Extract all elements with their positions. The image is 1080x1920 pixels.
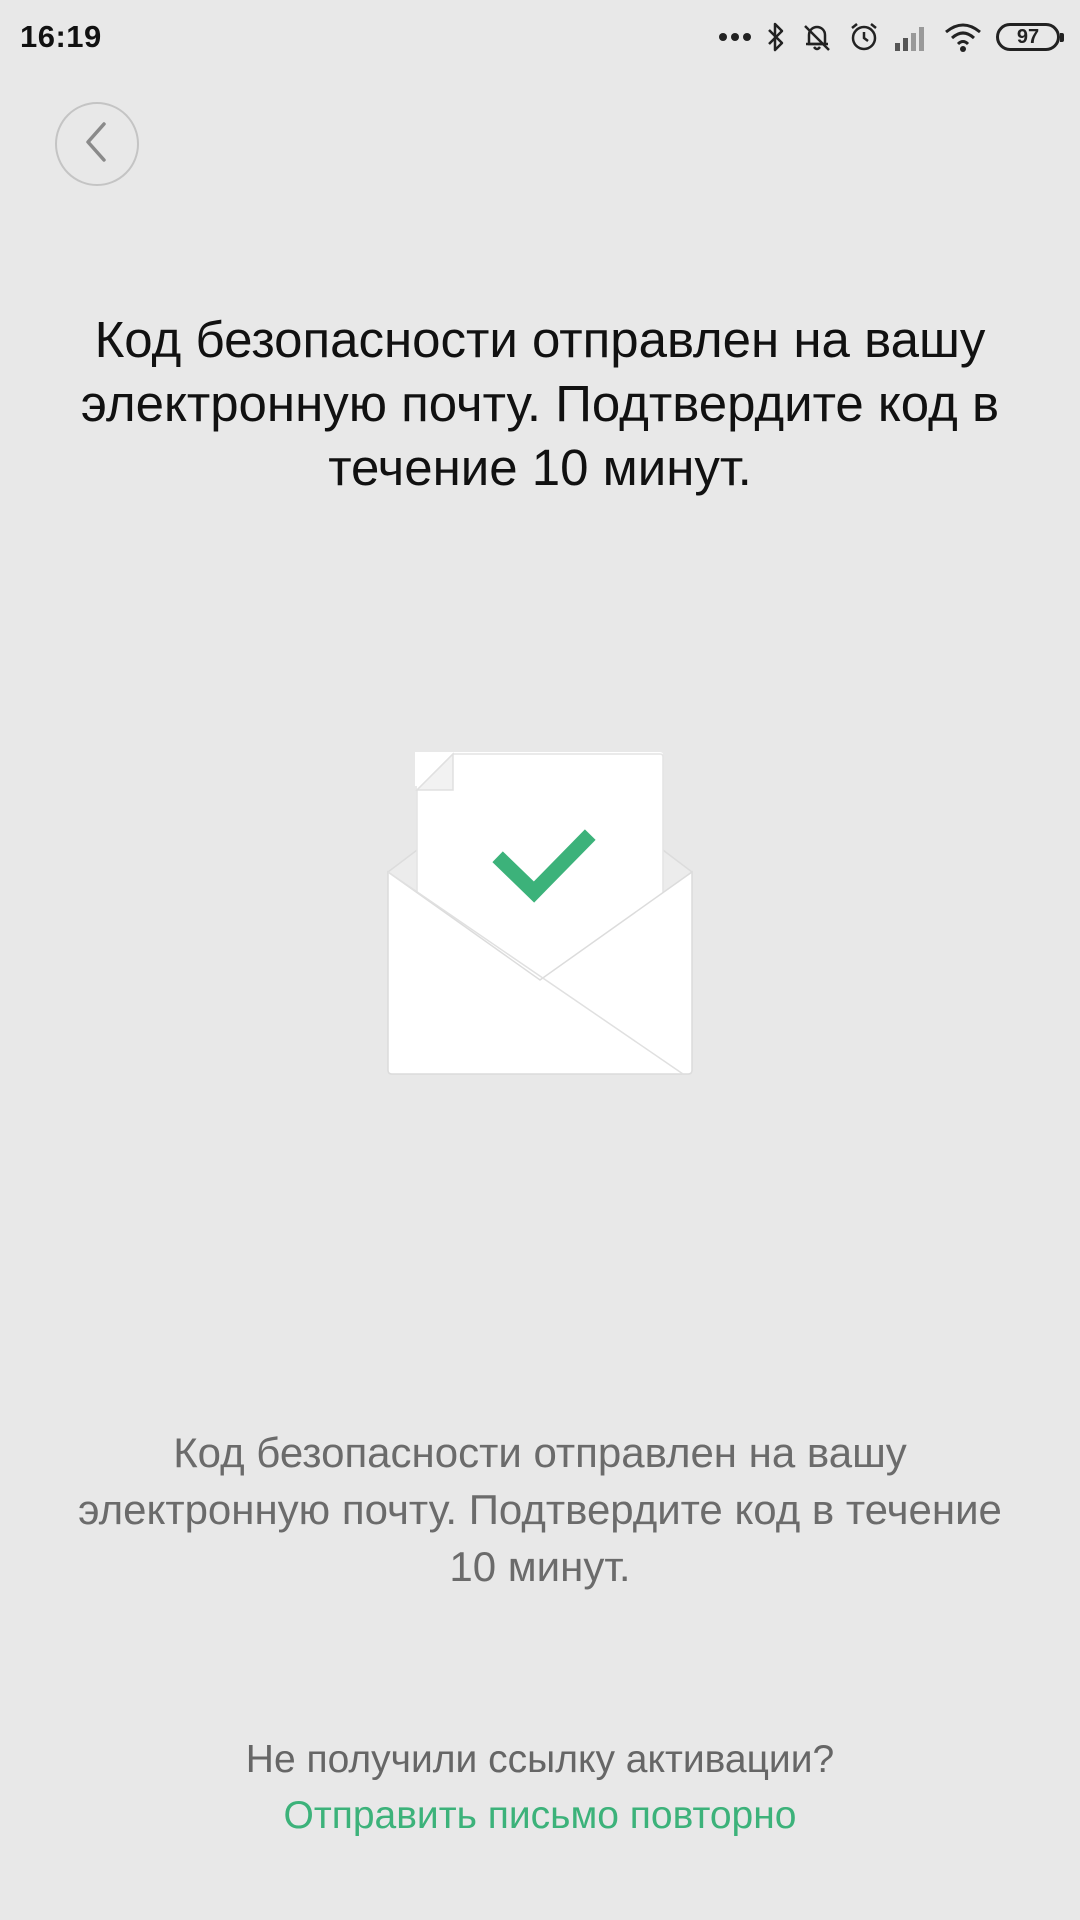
envelope-check-icon: [385, 752, 695, 1077]
footer: Не получили ссылку активации? Отправить …: [0, 1732, 1080, 1844]
alarm-icon: [848, 21, 880, 53]
page-title: Код безопасности отправлен на вашу элект…: [80, 311, 1000, 496]
more-dots-icon: [718, 32, 752, 42]
chevron-left-icon: [82, 118, 112, 171]
signal-icon: [894, 23, 930, 51]
battery-icon: 97: [996, 23, 1064, 51]
description-text: Код безопасности отправлен на вашу элект…: [78, 1429, 1002, 1590]
resend-question: Не получили ссылку активации?: [245, 1738, 835, 1781]
status-icons: 97: [718, 21, 1064, 53]
resend-email-link[interactable]: Отправить письмо повторно: [284, 1788, 797, 1844]
bluetooth-icon: [766, 21, 786, 53]
status-time: 16:19: [20, 19, 102, 54]
status-bar: 16:19 97: [0, 0, 1080, 74]
back-button[interactable]: [55, 102, 139, 186]
wifi-icon: [944, 22, 982, 52]
silent-bell-icon: [800, 21, 834, 53]
